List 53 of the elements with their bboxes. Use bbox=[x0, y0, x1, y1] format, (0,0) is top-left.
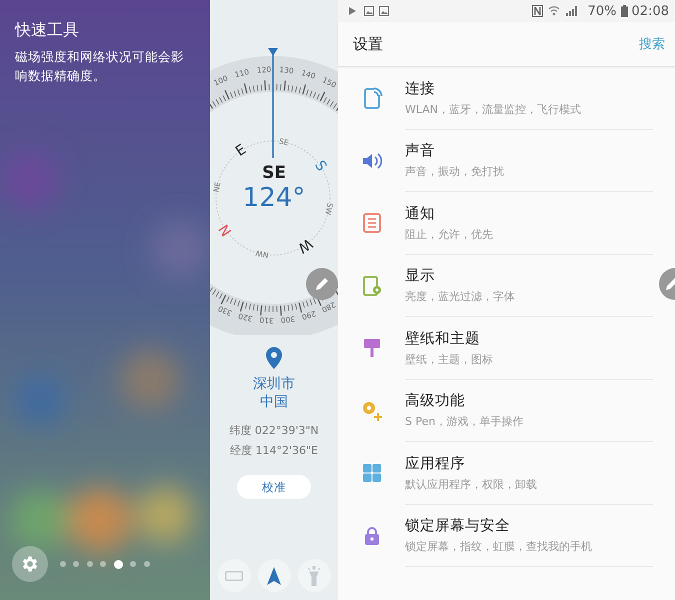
page-dot[interactable] bbox=[130, 561, 136, 567]
item-subtitle: 声音，振动，免打扰 bbox=[405, 164, 505, 180]
item-title: 显示 bbox=[405, 267, 436, 286]
settings-item[interactable]: 高级功能 S Pen，游戏，单手操作 bbox=[338, 380, 657, 442]
item-subtitle: 默认应用程序，权限，卸载 bbox=[405, 476, 538, 492]
item-title: 锁定屏幕与安全 bbox=[405, 516, 511, 536]
page-dot[interactable] bbox=[60, 561, 66, 567]
settings-button[interactable] bbox=[12, 546, 48, 582]
longitude-text: 经度 114°2'36"E bbox=[230, 443, 318, 459]
clock: 02:08 bbox=[632, 4, 669, 18]
item-title: 应用程序 bbox=[405, 454, 466, 473]
item-subtitle: 锁定屏幕，指纹，虹膜，查找我的手机 bbox=[405, 539, 593, 554]
flashlight-icon bbox=[308, 566, 320, 586]
settings-item[interactable]: 锁定屏幕与安全 锁定屏幕，指纹，虹膜，查找我的手机 bbox=[338, 504, 657, 567]
item-title: 高级功能 bbox=[405, 392, 466, 410]
navigation-button[interactable] bbox=[258, 559, 290, 592]
item-title: 通知 bbox=[405, 204, 436, 223]
settings-item[interactable]: 连接 WLAN，蓝牙，流量监控，飞行模式 bbox=[338, 67, 657, 130]
ruler-icon bbox=[225, 570, 243, 580]
settings-icon bbox=[20, 554, 40, 574]
panel-description: 磁场强度和网络状况可能会影响数据精确度。 bbox=[15, 48, 185, 85]
settings-item[interactable]: 壁纸和主题 壁纸，主题，图标 bbox=[338, 317, 657, 380]
settings-item[interactable]: 显示 亮度，蓝光过滤，字体 bbox=[338, 254, 657, 317]
compass-degrees: 124° bbox=[242, 183, 306, 213]
calibrate-button[interactable]: 校准 bbox=[237, 475, 311, 499]
latitude-text: 纬度 022°39'3"N bbox=[229, 423, 319, 439]
city-name: 深圳市 bbox=[253, 375, 295, 393]
page-title: 设置 bbox=[353, 34, 383, 54]
page-dot[interactable] bbox=[144, 561, 150, 567]
country-name: 中国 bbox=[260, 393, 288, 411]
panel-title: 快速工具 bbox=[15, 20, 80, 41]
ruler-button[interactable] bbox=[218, 559, 250, 592]
page-dot[interactable] bbox=[73, 561, 79, 567]
settings-item[interactable]: 通知 阻止，允许，优先 bbox=[338, 192, 657, 254]
item-title: 壁纸和主题 bbox=[405, 330, 481, 348]
flashlight-button[interactable] bbox=[298, 559, 330, 592]
page-dot[interactable] bbox=[100, 561, 106, 567]
location-pin-icon bbox=[266, 347, 282, 369]
item-subtitle: 壁纸，主题，图标 bbox=[405, 352, 494, 367]
page-dot[interactable] bbox=[86, 561, 92, 567]
compass-heading: SE bbox=[262, 163, 286, 183]
item-title: 连接 bbox=[405, 80, 436, 98]
settings-item[interactable]: 声音 声音，振动，免打扰 bbox=[338, 130, 657, 192]
navigation-arrow-icon bbox=[267, 566, 281, 584]
item-subtitle: WLAN，蓝牙，流量监控，飞行模式 bbox=[405, 102, 582, 117]
item-title: 声音 bbox=[405, 142, 436, 160]
pen-icon bbox=[314, 276, 330, 292]
settings-item[interactable]: 应用程序 默认应用程序，权限，卸载 bbox=[338, 442, 657, 504]
item-subtitle: S Pen，游戏，单手操作 bbox=[405, 414, 524, 430]
battery-icon bbox=[620, 5, 628, 17]
item-subtitle: 亮度，蓝光过滤，字体 bbox=[405, 289, 516, 304]
item-subtitle: 阻止，允许，优先 bbox=[405, 226, 494, 242]
battery-percentage: 70% bbox=[588, 4, 617, 18]
